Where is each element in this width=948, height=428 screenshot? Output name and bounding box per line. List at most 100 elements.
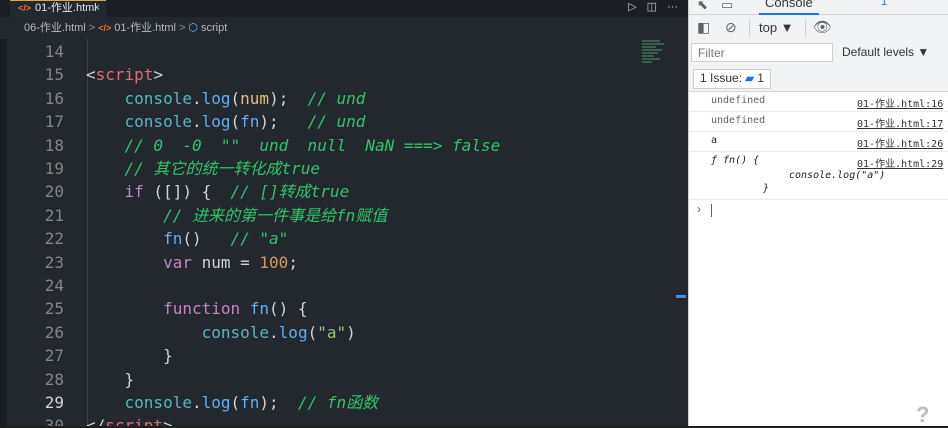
code-line[interactable]: 21 // 进来的第一件事是给fn赋值 bbox=[0, 204, 640, 227]
breadcrumb: 06-作业.html > </> 01-作业.html > ⬡ script bbox=[0, 17, 688, 39]
inspect-element-icon[interactable]: ⬉ bbox=[697, 0, 708, 13]
divider bbox=[749, 20, 750, 36]
editor-actions: ▷ ◫ ··· bbox=[618, 0, 678, 15]
code-token: script bbox=[95, 65, 154, 85]
code-token: log bbox=[278, 322, 308, 342]
help-icon[interactable]: ? bbox=[916, 402, 946, 427]
issues-label: 1 Issue: bbox=[700, 71, 743, 85]
code-token: // und bbox=[307, 88, 366, 108]
code-line[interactable]: 30 </script> bbox=[0, 414, 640, 426]
code-text: console.log(num); // und bbox=[86, 87, 366, 110]
console-toolbar: ◧ ⊘ top ▼ 👁 bbox=[689, 15, 948, 43]
code-line[interactable]: 28 } bbox=[0, 368, 640, 391]
code-token: // 0 -0 "" und null NaN ===> false bbox=[124, 135, 501, 155]
run-icon[interactable]: ▷ bbox=[628, 1, 636, 13]
console-input-caret[interactable] bbox=[711, 204, 712, 217]
code-token: // 其它的统一转化成true bbox=[124, 159, 320, 178]
code-token: . bbox=[191, 393, 202, 412]
sidebar-toggle-icon[interactable]: ◧ bbox=[697, 19, 710, 36]
message-text: undefined bbox=[711, 115, 766, 126]
code-line[interactable]: 19 // 其它的统一转化成true bbox=[0, 157, 640, 180]
line-number: 25 bbox=[44, 299, 64, 319]
code-line[interactable]: 23 var num = 100; bbox=[0, 251, 640, 274]
devtools-panel: ⬉ ▭ Console 1 ◧ ⊘ top ▼ 👁 Default levels… bbox=[688, 0, 948, 426]
function-body-line: console.log("a") bbox=[789, 170, 886, 181]
line-number: 24 bbox=[44, 276, 64, 295]
minimap[interactable] bbox=[642, 40, 668, 66]
code-text: // 进来的第一件事是给fn赋值 bbox=[86, 204, 387, 227]
code-token: () { bbox=[269, 299, 308, 319]
console-message-function[interactable]: ƒ fn() { 01-作业.html:29 console.log("a") … bbox=[689, 151, 948, 200]
code-token: // und bbox=[307, 112, 366, 132]
code-token: ; bbox=[288, 252, 298, 272]
close-icon[interactable]: × bbox=[94, 1, 100, 16]
code-editor[interactable]: </> 01-作业.html × ▷ ◫ ··· 06-作业.html > </> 01-作… bbox=[0, 0, 688, 426]
breadcrumb-folder[interactable]: 06-作业.html bbox=[24, 22, 86, 34]
code-line[interactable]: 20 if ([]) { // []转成true bbox=[0, 180, 640, 203]
source-link[interactable]: 01-作业.html:16 bbox=[857, 95, 943, 110]
line-number: 19 bbox=[44, 159, 64, 178]
code-line[interactable]: 15 <script> bbox=[0, 63, 640, 86]
log-levels-dropdown[interactable]: Default levels ▼ bbox=[842, 45, 929, 59]
code-token: } bbox=[163, 346, 173, 366]
issues-badge[interactable]: 1 bbox=[881, 0, 887, 8]
live-expression-eye-icon[interactable]: 👁 bbox=[813, 18, 832, 36]
line-number: 16 bbox=[44, 88, 64, 108]
source-link[interactable]: 01-作业.html:26 bbox=[857, 135, 943, 150]
code-token: console bbox=[201, 322, 270, 342]
clear-console-icon[interactable]: ⊘ bbox=[725, 19, 737, 36]
line-number: 23 bbox=[44, 252, 64, 272]
code-token: () bbox=[182, 229, 231, 249]
context-selector[interactable]: top ▼ bbox=[759, 20, 794, 35]
code-text: } bbox=[86, 368, 135, 391]
tab-01-html[interactable]: </> 01-作业.html × bbox=[10, 0, 106, 17]
code-line[interactable]: 24 bbox=[0, 274, 640, 297]
source-link[interactable]: 01-作业.html:17 bbox=[857, 115, 943, 130]
console-message: a 01-作业.html:26 bbox=[689, 131, 948, 152]
code-token: log bbox=[201, 88, 231, 108]
indentation bbox=[86, 159, 125, 178]
split-editor-icon[interactable]: ◫ bbox=[647, 1, 657, 13]
line-number: 27 bbox=[44, 346, 64, 366]
indentation bbox=[86, 253, 163, 272]
symbol-icon: ⬡ bbox=[188, 22, 198, 34]
code-token: </ bbox=[86, 416, 106, 426]
code-token: fn bbox=[240, 393, 260, 412]
breadcrumb-file[interactable]: 01-作业.html bbox=[114, 22, 176, 34]
indentation bbox=[86, 346, 163, 365]
code-token: fn bbox=[163, 229, 183, 249]
line-number: 17 bbox=[44, 112, 64, 132]
code-line[interactable]: 18 // 0 -0 "" und null NaN ===> false bbox=[0, 134, 640, 157]
code-text: // 0 -0 "" und null NaN ===> false bbox=[86, 134, 501, 157]
code-token: // "a" bbox=[230, 229, 289, 249]
code-token: fn bbox=[249, 299, 270, 319]
filter-input[interactable] bbox=[691, 43, 833, 62]
source-link[interactable]: 01-作业.html:29 bbox=[857, 155, 943, 170]
code-token: ( bbox=[307, 322, 318, 342]
code-token: fn bbox=[240, 112, 260, 132]
message-bubble-icon: ▰ bbox=[745, 71, 755, 85]
code-line[interactable]: 16 console.log(num); // und bbox=[0, 87, 640, 110]
code-line[interactable]: 25 function fn() { bbox=[0, 297, 640, 320]
code-line[interactable]: 29 console.log(fn); // fn函数 bbox=[0, 391, 640, 414]
breadcrumb-symbol[interactable]: script bbox=[201, 22, 227, 34]
code-token: var bbox=[163, 252, 192, 272]
code-line[interactable]: 14 bbox=[0, 40, 640, 63]
code-text: console.log(fn); // fn函数 bbox=[86, 391, 379, 414]
issues-count: 1 bbox=[757, 71, 764, 85]
divider bbox=[805, 20, 806, 36]
code-token: 100 bbox=[259, 252, 289, 272]
more-actions-icon[interactable]: ··· bbox=[667, 1, 678, 13]
code-token: script bbox=[105, 416, 164, 426]
message-text: undefined bbox=[711, 95, 766, 106]
tab-console[interactable]: Console bbox=[759, 0, 819, 15]
issues-button[interactable]: 1 Issue: ▰ 1 bbox=[693, 69, 771, 89]
code-line[interactable]: 17 console.log(fn); // und bbox=[0, 110, 640, 133]
code-token: ([]) { bbox=[143, 182, 231, 202]
html-file-icon: </> bbox=[18, 3, 32, 13]
code-line[interactable]: 27 } bbox=[0, 344, 640, 367]
code-token: console bbox=[124, 112, 192, 132]
device-toolbar-icon[interactable]: ▭ bbox=[721, 0, 733, 13]
code-line[interactable]: 26 console.log("a") bbox=[0, 321, 640, 344]
code-line[interactable]: 22 fn() // "a" bbox=[0, 227, 640, 250]
